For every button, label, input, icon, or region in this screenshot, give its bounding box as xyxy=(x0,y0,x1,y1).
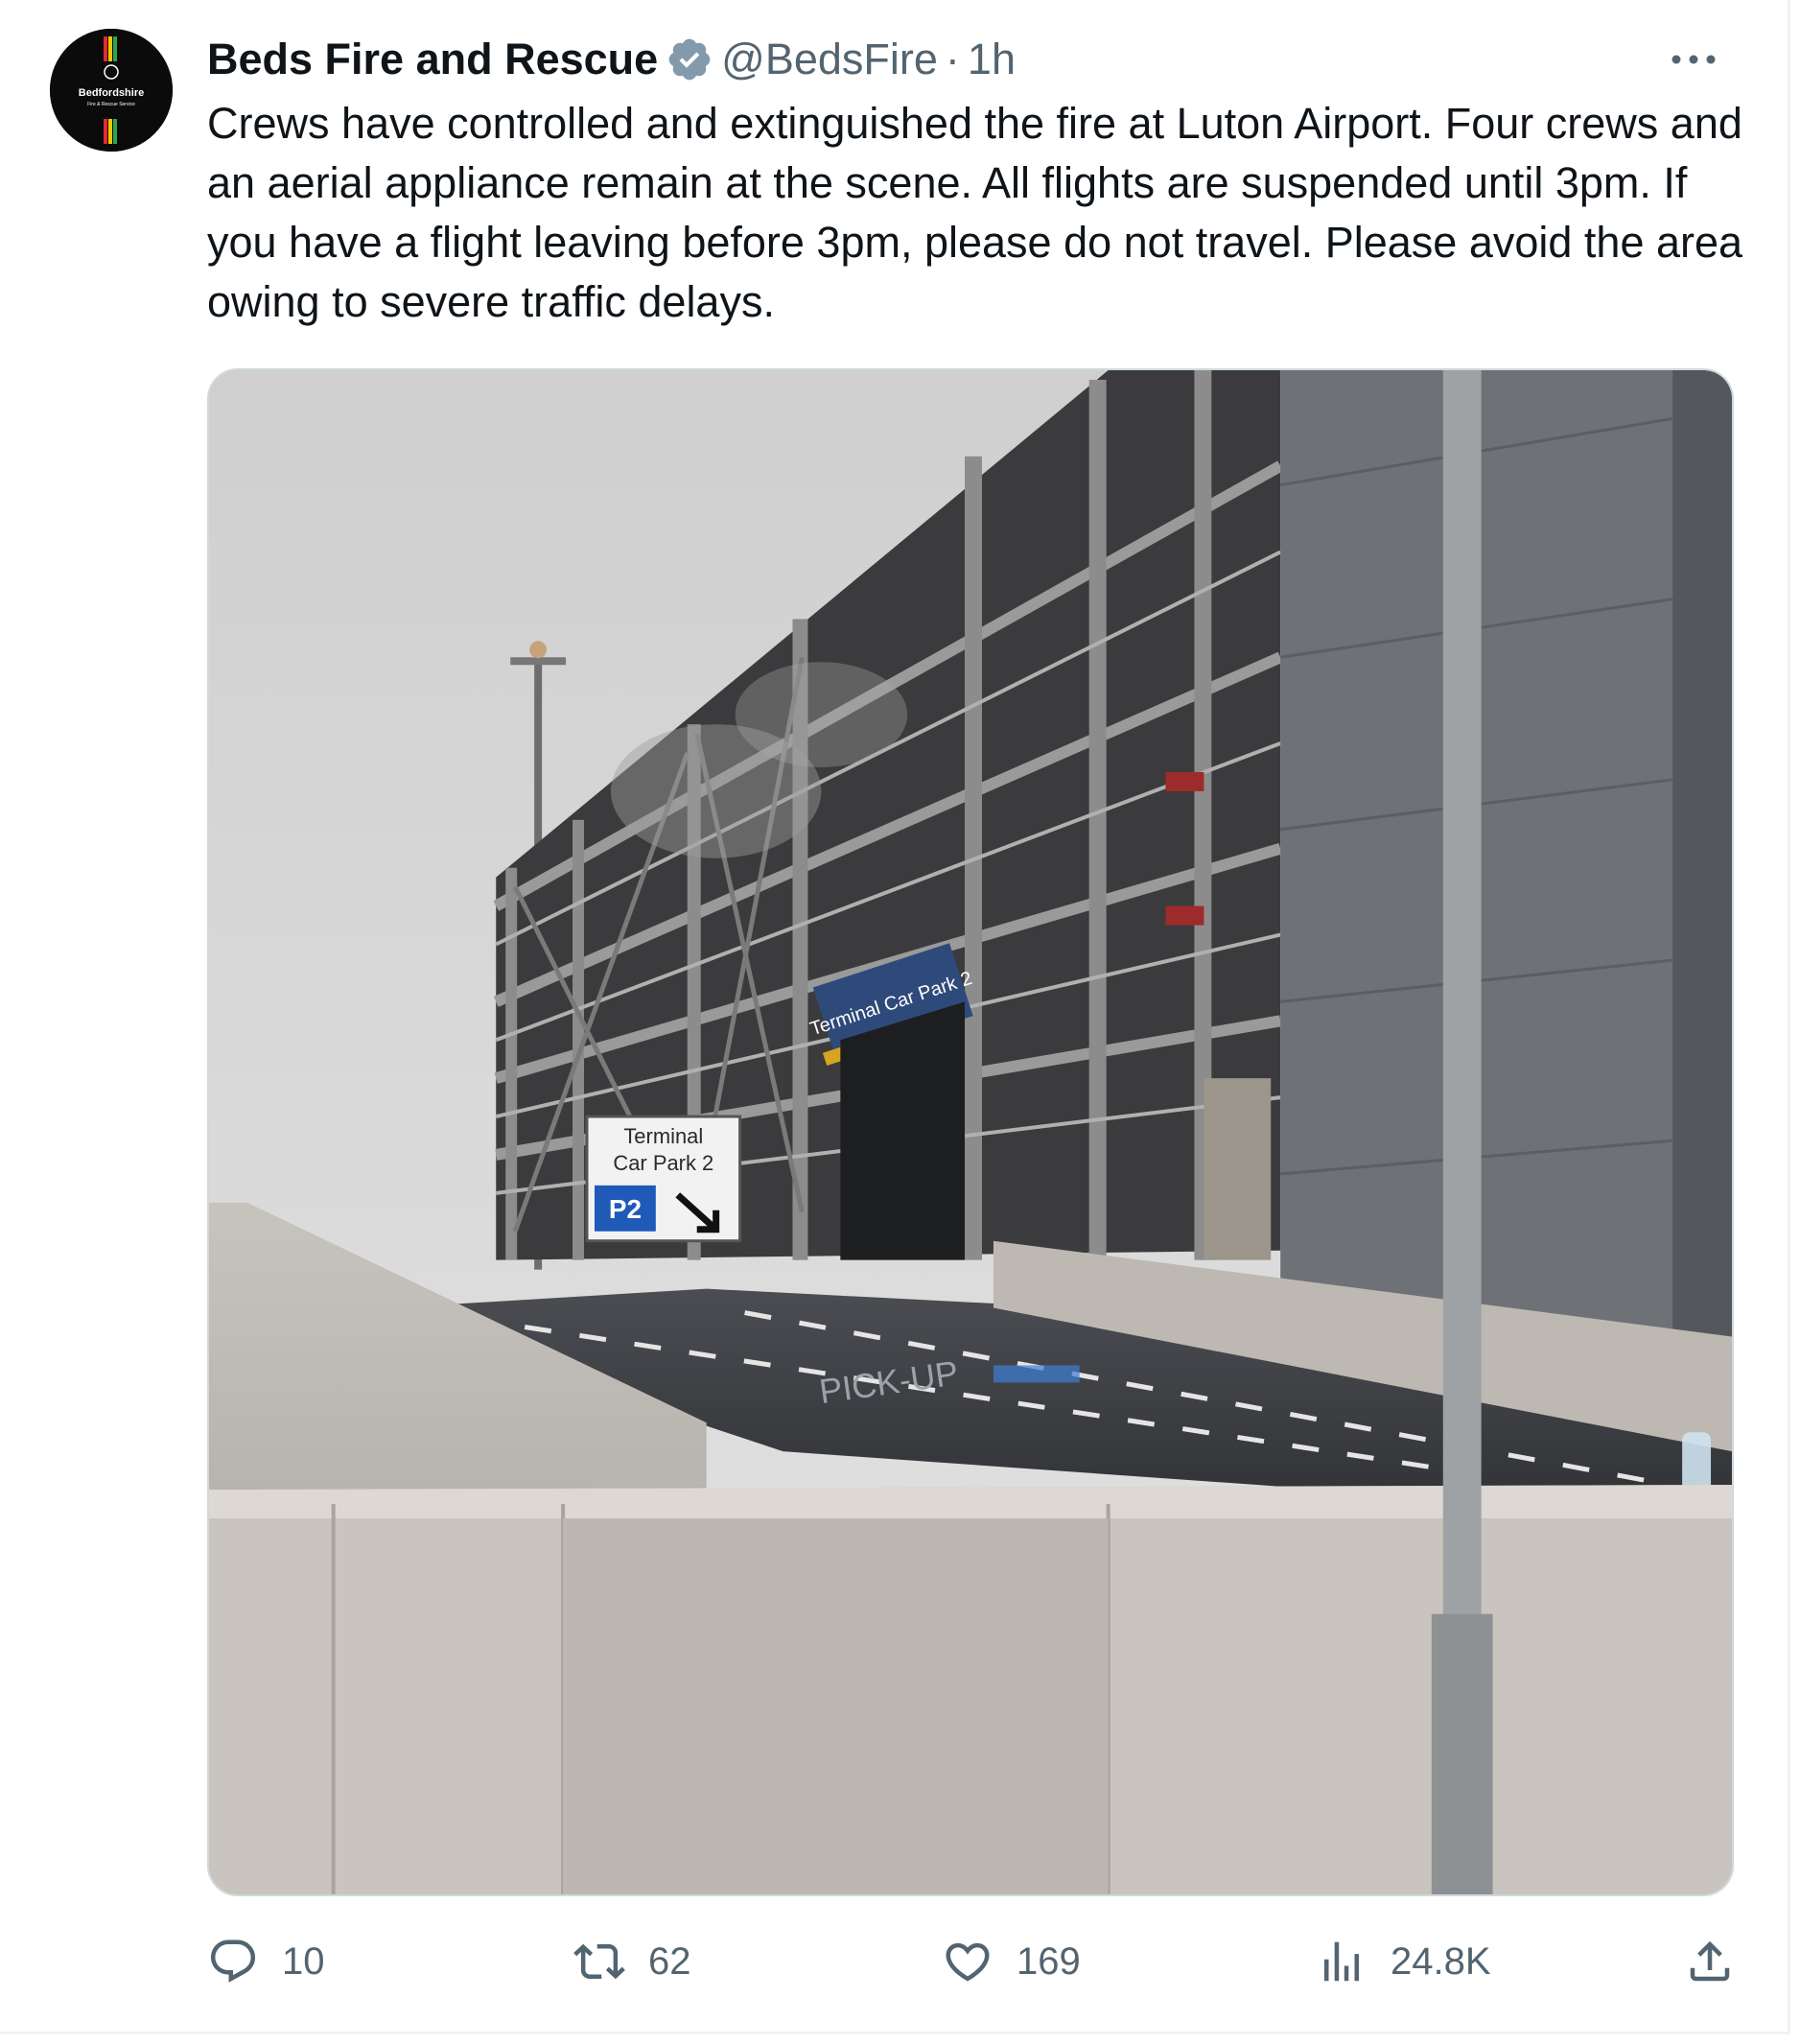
avatar-brand-subtext: Fire & Rescue Service xyxy=(87,102,135,107)
reply-icon xyxy=(210,1939,256,1983)
like-count: 169 xyxy=(1017,1939,1081,1983)
repost-count: 62 xyxy=(648,1939,691,1983)
repost-button[interactable]: 62 xyxy=(573,1928,691,1995)
repost-icon xyxy=(573,1943,625,1980)
views-icon xyxy=(1324,1941,1359,1982)
share-icon xyxy=(1690,1940,1730,1982)
action-bar: 10 62 169 24.8K xyxy=(207,1928,1742,1995)
tweet-text: Crews have controlled and extinguished t… xyxy=(207,99,1743,326)
tweet-header: Beds Fire and Rescue @BedsFire · 1h xyxy=(207,29,1016,90)
avatar[interactable]: Bedfordshire Fire & Rescue Service xyxy=(50,29,173,152)
tweet-photo[interactable]: Terminal Car Park 2 Terminal Car Park 2 … xyxy=(207,368,1734,1896)
avatar-brand-text: Bedfordshire xyxy=(79,87,144,99)
tweet-card[interactable]: Bedfordshire Fire & Rescue Service Beds … xyxy=(0,0,1790,2034)
timestamp[interactable]: 1h xyxy=(968,35,1016,84)
like-icon xyxy=(946,1942,990,1982)
views-count: 24.8K xyxy=(1391,1939,1491,1983)
share-button[interactable] xyxy=(1684,1928,1736,1995)
sign-line-2: Car Park 2 xyxy=(613,1151,713,1175)
reply-count: 10 xyxy=(282,1939,325,1983)
verified-icon xyxy=(668,38,711,81)
author-handle[interactable]: @BedsFire xyxy=(721,35,938,84)
sign-line-1: Terminal xyxy=(623,1124,703,1148)
sign-badge: P2 xyxy=(609,1194,642,1224)
like-button[interactable]: 169 xyxy=(942,1928,1081,1995)
separator-dot: · xyxy=(945,35,960,83)
reply-button[interactable]: 10 xyxy=(207,1928,325,1995)
bedfordshire-logo: Bedfordshire Fire & Rescue Service xyxy=(50,29,173,152)
more-icon[interactable] xyxy=(1665,40,1722,79)
car-park-photo: Terminal Car Park 2 Terminal Car Park 2 … xyxy=(209,370,1732,1894)
author-name[interactable]: Beds Fire and Rescue xyxy=(207,35,658,84)
views-button[interactable]: 24.8K xyxy=(1316,1928,1491,1995)
